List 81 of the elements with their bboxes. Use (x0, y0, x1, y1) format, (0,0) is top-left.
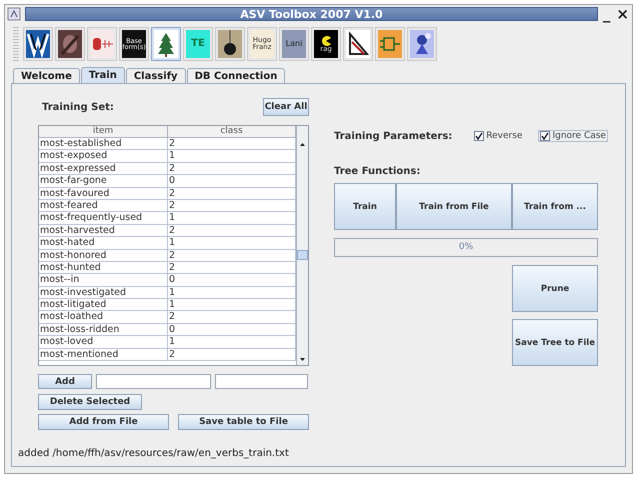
item-input-field[interactable] (96, 374, 211, 389)
scroll-thumb[interactable] (297, 250, 308, 260)
prune-button[interactable]: Prune (512, 265, 598, 312)
circuit-icon (378, 30, 402, 58)
tab[interactable]: DB Connection (186, 68, 286, 84)
table-cell: 2 (168, 138, 296, 150)
table-cell: most-harvested (39, 224, 168, 238)
add-button[interactable]: Add (38, 374, 92, 389)
table-cell: 1 (168, 336, 296, 349)
toolbar-button[interactable] (23, 27, 53, 61)
table-cell: 1 (168, 237, 296, 250)
scrollbar[interactable] (296, 126, 308, 365)
save-tree-button[interactable]: Save Tree to File (512, 319, 598, 366)
tab[interactable]: Classify (126, 68, 186, 84)
app-icon (7, 7, 21, 21)
toolbar-button[interactable] (343, 27, 373, 61)
table-cell: most--in (39, 274, 168, 287)
table-cell: most-litigated (39, 299, 168, 312)
toolbar-button[interactable] (407, 27, 437, 61)
table-cell: 1 (168, 286, 296, 300)
table-cell: most-feared (39, 200, 168, 212)
table-cell: most-frequently-used (39, 212, 168, 225)
tab[interactable]: Train (80, 67, 125, 83)
table-cell: 1 (168, 150, 296, 163)
class-input-field[interactable] (215, 374, 308, 389)
table-cell: most-favoured (39, 188, 168, 200)
table-cell: most-loved (39, 336, 168, 349)
table-cell: most-investigated (39, 286, 168, 300)
triangle-ruler-icon (346, 30, 370, 58)
train-button[interactable]: Train from File (396, 183, 512, 230)
delete-selected-button[interactable]: Delete Selected (38, 394, 142, 410)
toolbar-button[interactable] (151, 27, 181, 61)
table-cell: most-exposed (39, 150, 168, 163)
table-cell: 2 (168, 348, 296, 362)
table-cell: 2 (168, 188, 296, 200)
tree-functions-label: Tree Functions: (334, 166, 422, 177)
check-icon (475, 132, 484, 140)
clear-all-button[interactable]: Clear All (263, 98, 309, 116)
table-cell: most-established (39, 138, 168, 150)
table-cell: most-hunted (39, 262, 168, 274)
add-from-file-button[interactable]: Add from File (38, 414, 169, 430)
check-icon (541, 132, 550, 140)
close-button[interactable]: × (615, 7, 630, 21)
minimize-button[interactable]: _ (602, 7, 612, 21)
training-set-label: Training Set: (42, 102, 114, 112)
tree-icon (154, 30, 178, 58)
table-cell: 2 (168, 224, 296, 238)
table-cell: 0 (168, 324, 296, 336)
pacman-icon (321, 36, 331, 46)
status-message: added /home/ffh/asv/resources/raw/en_verbs_train.txt (18, 448, 290, 459)
table-cell: 2 (168, 262, 296, 274)
table-cell: most-loss-ridden (39, 324, 168, 336)
table-cell: 1 (168, 299, 296, 312)
training-parameters-label: Training Parameters: (334, 130, 452, 142)
table-cell: most-loathed (39, 311, 168, 324)
checkbox[interactable]: Reverse (472, 130, 524, 142)
checkbox[interactable]: Ignore Case (538, 130, 608, 142)
table-cell: 1 (168, 212, 296, 225)
table-cell: 2 (168, 162, 296, 176)
table-cell: most-mentioned (39, 348, 168, 362)
table-cell: 0 (168, 175, 296, 188)
column-header[interactable]: item (39, 126, 168, 138)
table-cell: 2 (168, 250, 296, 262)
table-cell: 2 (168, 311, 296, 324)
table-cell: most-far-gone (39, 175, 168, 188)
tab[interactable]: Welcome (13, 68, 80, 84)
mascot-icon (410, 30, 434, 58)
table-cell: 0 (168, 274, 296, 287)
toolbar-button[interactable] (215, 27, 245, 61)
table-cell: most-expressed (39, 162, 168, 176)
toolbar-button[interactable] (55, 27, 85, 61)
window-title: ASV Toolbox 2007 V1.0 (240, 8, 383, 20)
w-logo-icon (26, 30, 50, 58)
column-header[interactable]: class (168, 126, 296, 138)
table-cell: most-honored (39, 250, 168, 262)
save-table-button[interactable]: Save table to File (178, 414, 309, 430)
table-cell: 2 (168, 200, 296, 212)
pendulum-icon (218, 30, 242, 58)
train-button[interactable]: Train from ... (512, 183, 598, 230)
train-button[interactable]: Train (334, 183, 396, 230)
table-cell: most-hated (39, 237, 168, 250)
